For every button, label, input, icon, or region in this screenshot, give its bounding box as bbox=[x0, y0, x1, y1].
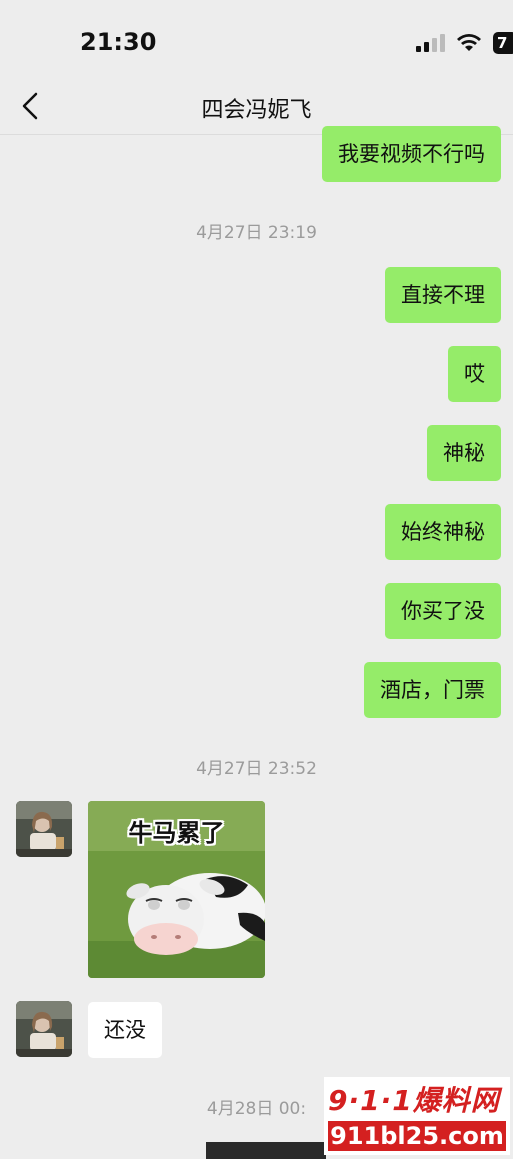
sticker-image[interactable]: 牛马累了 bbox=[88, 801, 265, 978]
incoming-message[interactable]: 还没 bbox=[88, 1002, 162, 1058]
avatar[interactable] bbox=[16, 1001, 72, 1057]
cellular-signal-icon bbox=[416, 34, 445, 52]
outgoing-message[interactable]: 直接不理 bbox=[385, 267, 501, 323]
timestamp: 4月27日 23:52 bbox=[196, 759, 317, 779]
watermark-title: 9·1·1爆料网 bbox=[328, 1084, 500, 1117]
sticker-caption: 牛马累了 bbox=[128, 819, 225, 847]
timestamp: 4月27日 23:19 bbox=[196, 223, 317, 243]
status-bar: 21:30 7 bbox=[0, 0, 513, 88]
chat-title: 四会冯妮飞 bbox=[201, 98, 312, 123]
partial-image-message[interactable] bbox=[206, 1142, 326, 1159]
outgoing-message[interactable]: 我要视频不行吗 bbox=[322, 126, 501, 182]
watermark-url: 911bl25.com bbox=[328, 1121, 506, 1151]
avatar[interactable] bbox=[16, 801, 72, 857]
wifi-icon bbox=[457, 34, 481, 51]
watermark: 9·1·1爆料网 911bl25.com bbox=[324, 1077, 510, 1155]
outgoing-message[interactable]: 你买了没 bbox=[385, 583, 501, 639]
outgoing-message[interactable]: 酒店，门票 bbox=[364, 662, 501, 718]
avatar-photo-icon bbox=[16, 1001, 72, 1057]
battery-icon: 7 bbox=[493, 32, 513, 54]
outgoing-message[interactable]: 神秘 bbox=[427, 425, 501, 481]
outgoing-message[interactable]: 始终神秘 bbox=[385, 504, 501, 560]
avatar-photo-icon bbox=[16, 801, 72, 857]
status-time: 21:30 bbox=[80, 28, 157, 56]
outgoing-message[interactable]: 哎 bbox=[448, 346, 501, 402]
